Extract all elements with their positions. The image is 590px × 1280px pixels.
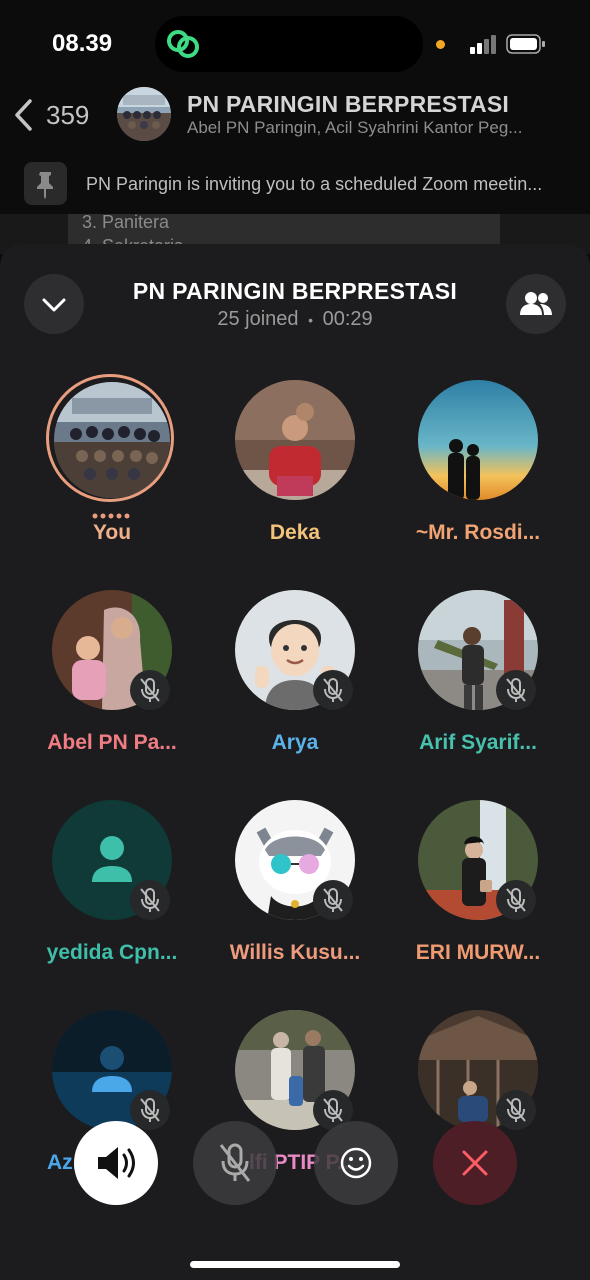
battery-icon bbox=[506, 34, 545, 54]
reaction-button[interactable] bbox=[314, 1121, 398, 1205]
mic-off-icon bbox=[506, 888, 526, 912]
call-duration: 00:29 bbox=[322, 308, 373, 330]
group-avatar[interactable] bbox=[117, 87, 171, 141]
participant-tile[interactable]: yedida Cpn... bbox=[22, 800, 202, 990]
message-line: 3. Panitera bbox=[82, 214, 170, 232]
call-title: PN PARINGIN BERPRESTASI bbox=[132, 278, 458, 304]
participant-tile[interactable]: ERI MURW... bbox=[388, 800, 568, 990]
pin-icon bbox=[24, 162, 67, 205]
participant-name: Deka bbox=[269, 521, 321, 544]
close-icon bbox=[462, 1150, 488, 1176]
mic-off-icon bbox=[323, 888, 343, 912]
home-indicator[interactable] bbox=[190, 1261, 400, 1268]
speaker-icon bbox=[98, 1147, 135, 1179]
participant-name: You bbox=[92, 521, 132, 544]
people-icon bbox=[520, 292, 552, 315]
mic-off-icon bbox=[140, 888, 160, 912]
muted-badge bbox=[130, 880, 170, 920]
leave-call-button[interactable] bbox=[433, 1121, 517, 1205]
mic-off-icon bbox=[140, 678, 160, 702]
mic-off-icon bbox=[506, 678, 526, 702]
participant-tile[interactable]: Willis Kusu... bbox=[205, 800, 385, 990]
link-icon bbox=[167, 30, 199, 58]
muted-badge bbox=[496, 880, 536, 920]
participant-avatar bbox=[235, 380, 355, 500]
participant-tile[interactable]: Deka bbox=[205, 380, 385, 570]
participant-tile[interactable]: ~Mr. Rosdi... bbox=[388, 380, 568, 570]
group-title[interactable]: PN PARINGIN BERPRESTASI bbox=[187, 91, 509, 118]
mute-button[interactable] bbox=[193, 1121, 277, 1205]
participant-name: Abel PN Pa... bbox=[47, 731, 177, 754]
muted-badge bbox=[313, 670, 353, 710]
participant-avatar bbox=[418, 380, 538, 500]
status-bar: 08.39 bbox=[0, 0, 590, 90]
pinned-message-text: PN Paringin is inviting you to a schedul… bbox=[86, 174, 543, 194]
chat-header: 359 PN PARINGIN BERPRESTASI Abel PN Pari… bbox=[0, 82, 590, 152]
group-members-subtitle: Abel PN Paringin, Acil Syahrini Kantor P… bbox=[187, 118, 523, 137]
participant-name: Arya bbox=[271, 731, 319, 754]
signal-icon bbox=[470, 35, 496, 54]
pinned-message-bar[interactable]: PN Paringin is inviting you to a schedul… bbox=[0, 156, 590, 216]
participant-avatar bbox=[54, 382, 170, 498]
muted-badge bbox=[496, 670, 536, 710]
mic-off-icon bbox=[219, 1143, 251, 1182]
participant-name: Arif Syarif... bbox=[419, 731, 537, 754]
participant-tile[interactable]: Arya bbox=[205, 590, 385, 780]
unread-count[interactable]: 359 bbox=[46, 100, 89, 131]
participant-name: Willis Kusu... bbox=[229, 941, 361, 964]
participant-name: ~Mr. Rosdi... bbox=[415, 521, 541, 544]
muted-badge bbox=[313, 880, 353, 920]
mic-off-icon bbox=[323, 678, 343, 702]
back-chevron-icon[interactable] bbox=[12, 98, 36, 132]
participant-tile[interactable]: Arif Syarif... bbox=[388, 590, 568, 780]
call-subtitle: 25 joined • 00:29 bbox=[0, 308, 590, 331]
muted-badge bbox=[130, 670, 170, 710]
participant-name: yedida Cpn... bbox=[46, 941, 178, 964]
joined-count: 25 joined bbox=[217, 308, 299, 330]
dynamic-island bbox=[155, 16, 423, 72]
status-time: 08.39 bbox=[52, 30, 113, 57]
separator-dot: • bbox=[308, 312, 314, 328]
participants-button[interactable] bbox=[506, 274, 566, 334]
participant-tile[interactable]: You bbox=[22, 374, 202, 570]
speaker-button[interactable] bbox=[74, 1121, 158, 1205]
call-controls bbox=[0, 1120, 590, 1210]
privacy-indicator bbox=[436, 40, 445, 49]
participant-tile[interactable]: Abel PN Pa... bbox=[22, 590, 202, 780]
smiley-icon bbox=[340, 1147, 372, 1179]
participant-name: ERI MURW... bbox=[415, 941, 541, 964]
